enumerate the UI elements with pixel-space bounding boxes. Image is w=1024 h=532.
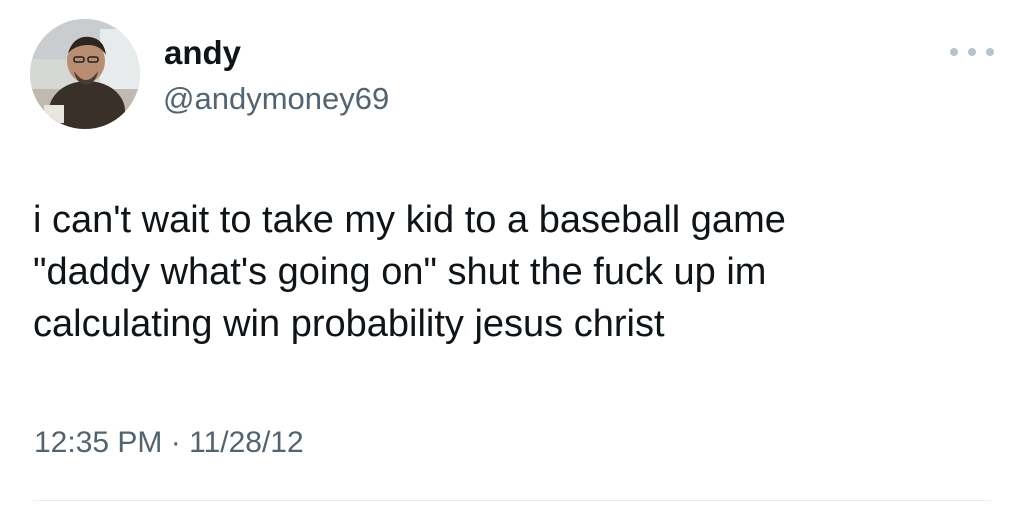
divider — [33, 500, 991, 501]
tweet-text: i can't wait to take my kid to a basebal… — [33, 194, 993, 350]
more-dot — [986, 48, 994, 56]
author-handle[interactable]: @andymoney69 — [163, 80, 389, 118]
tweet-time: 12:35 PM — [34, 426, 163, 459]
author-display-name[interactable]: andy — [164, 33, 241, 73]
more-dot — [950, 48, 958, 56]
tweet-date: 11/28/12 — [189, 426, 304, 459]
tweet-text-line: "daddy what's going on" shut the fuck up… — [33, 251, 767, 293]
tweet-text-line: calculating win probability jesus christ — [33, 303, 665, 345]
avatar-photo — [30, 19, 140, 129]
tweet-text-line: i can't wait to take my kid to a basebal… — [33, 199, 786, 241]
more-dot — [968, 48, 976, 56]
more-options-icon[interactable] — [950, 40, 994, 64]
tweet-card: andy @andymoney69 i can't wait to take m… — [0, 0, 1024, 532]
tweet-timestamp[interactable]: 12:35 PM · 11/28/12 — [34, 423, 304, 463]
timestamp-separator: · — [170, 426, 181, 459]
author-avatar[interactable] — [30, 19, 140, 129]
